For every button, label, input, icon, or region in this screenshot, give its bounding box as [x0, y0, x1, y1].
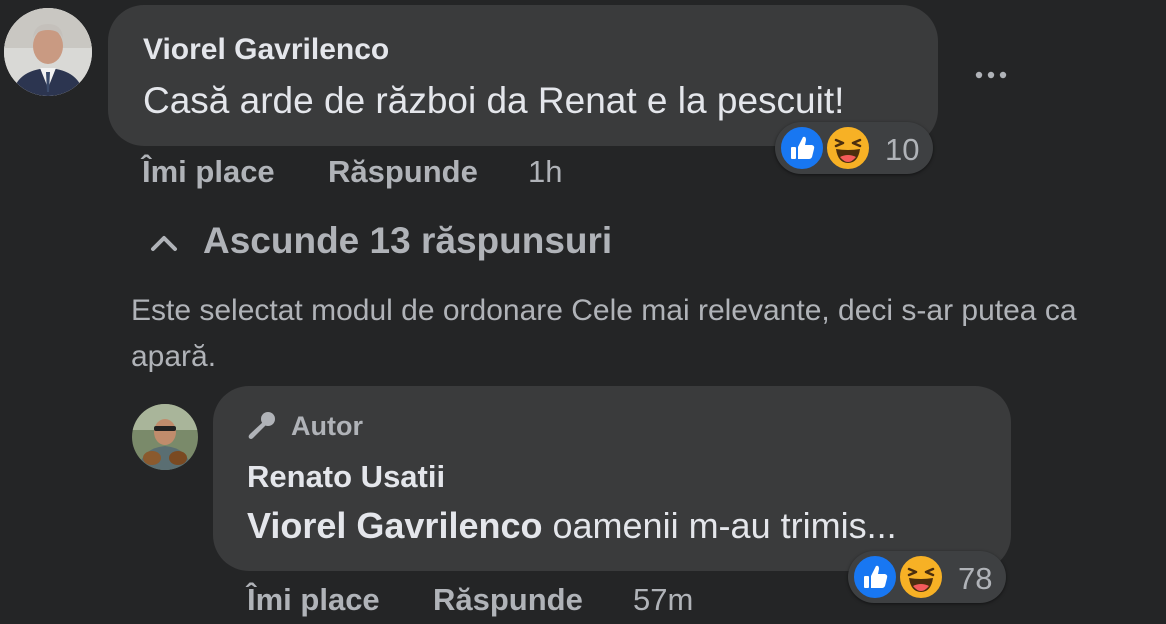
reply-avatar[interactable]: [132, 404, 198, 470]
reply-like-button[interactable]: Îmi place: [247, 582, 380, 618]
reply-avatar-image: [132, 404, 198, 470]
commenter-avatar-image: [4, 8, 92, 96]
comment-reactions[interactable]: 10: [775, 122, 933, 174]
comment-author[interactable]: Viorel Gavrilenco: [143, 33, 389, 67]
more-options-button[interactable]: [970, 60, 1010, 90]
author-badge: Autor: [291, 411, 363, 441]
reply-reactions[interactable]: 78: [848, 551, 1006, 603]
reply-reply-button[interactable]: Răspunde: [433, 582, 583, 618]
like-reaction-icon: [852, 554, 898, 600]
haha-reaction-icon: [898, 554, 944, 600]
comment-text: Casă arde de război da Renat e la pescui…: [143, 80, 845, 121]
commenter-avatar[interactable]: [4, 8, 92, 96]
comment-reply-button[interactable]: Răspunde: [328, 154, 478, 190]
comment-like-button[interactable]: Îmi place: [142, 154, 275, 190]
reply-text-line: Viorel Gavrilenco oamenii m-au trimis...: [247, 505, 897, 547]
more-icon: [975, 71, 1007, 79]
chevron-up-icon: [151, 236, 177, 251]
reply-author[interactable]: Renato Usatii: [247, 459, 445, 495]
comment-reaction-count: 10: [885, 132, 920, 167]
reply-time[interactable]: 57m: [633, 582, 693, 618]
microphone-icon: [248, 412, 275, 439]
reply-reaction-count: 78: [958, 561, 993, 596]
hide-replies-label: Ascunde 13 răspunsuri: [203, 220, 613, 261]
like-reaction-icon: [779, 125, 825, 171]
reply-mention[interactable]: Viorel Gavrilenco: [247, 505, 542, 546]
reply-text: oamenii m-au trimis...: [552, 505, 897, 546]
haha-reaction-icon: [825, 125, 871, 171]
reply-bubble[interactable]: Autor Renato Usatii Viorel Gavrilenco oa…: [213, 386, 1011, 571]
sort-notice: Este selectat modul de ordonare Cele mai…: [131, 294, 1077, 373]
comment-time[interactable]: 1h: [528, 154, 562, 190]
